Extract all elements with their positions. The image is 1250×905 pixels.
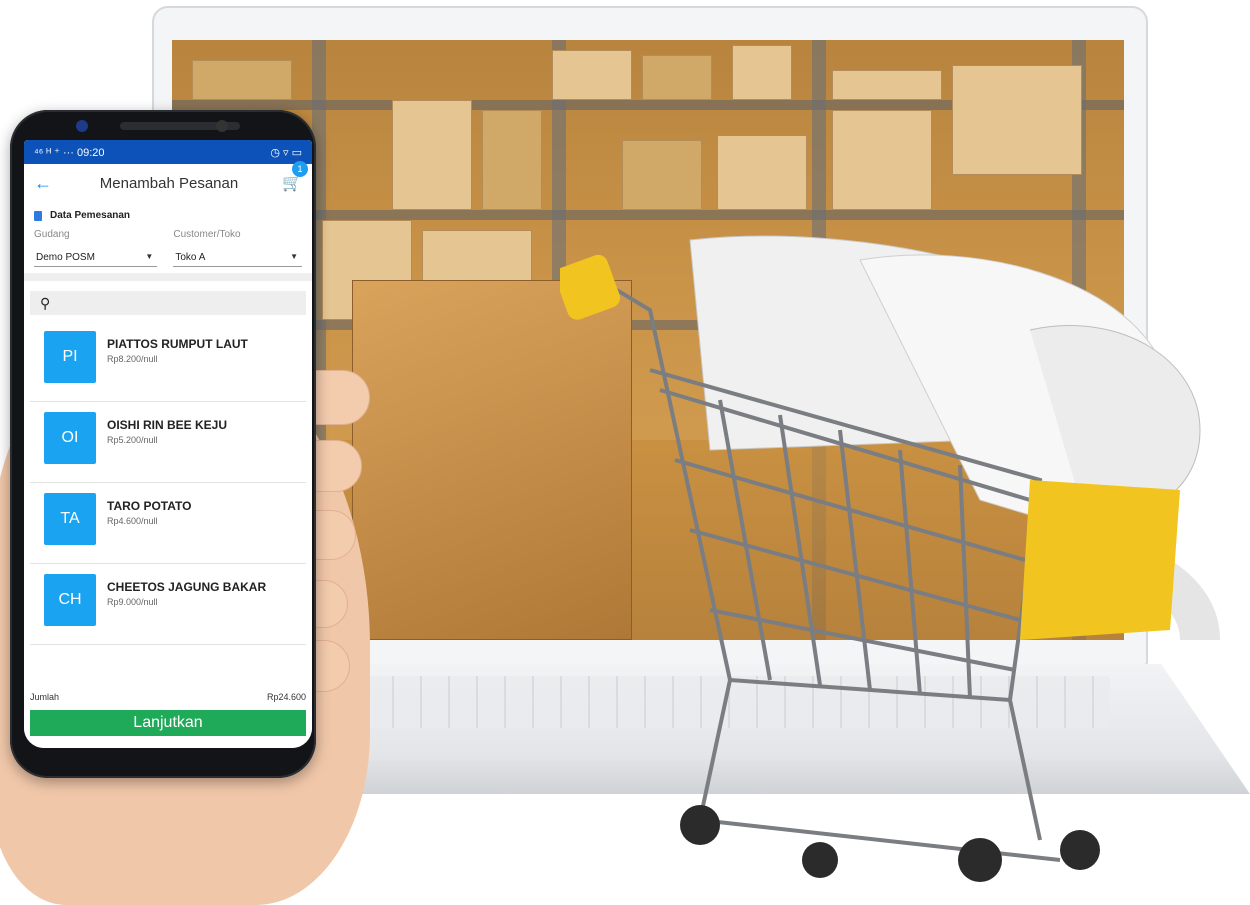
cart-button[interactable]: 🛒 1 <box>276 161 308 193</box>
product-price: Rp8.200/null <box>107 354 158 364</box>
customer-value: Toko A <box>175 252 206 263</box>
camera-icon <box>76 120 88 132</box>
caret-down-icon: ▼ <box>290 252 298 261</box>
total-label: Jumlah <box>30 692 60 702</box>
continue-button[interactable]: Lanjutkan <box>30 710 306 736</box>
product-name: CHEETOS JAGUNG BAKAR <box>107 580 267 594</box>
search-input[interactable]: ⚲ <box>30 291 306 315</box>
battery-icon: ◷ ▿ ▭ <box>270 146 302 159</box>
app-bar: ← Menambah Pesanan 🛒 1 <box>24 161 312 202</box>
avatar: CH <box>44 574 96 626</box>
avatar: PI <box>44 331 96 383</box>
product-name: OISHI RIN BEE KEJU <box>107 418 228 432</box>
list-item[interactable]: OI OISHI RIN BEE KEJU Rp5.200/null <box>30 402 306 483</box>
product-list: PI PIATTOS RUMPUT LAUT Rp8.200/null OI O… <box>24 321 312 645</box>
divider <box>24 273 312 281</box>
list-item[interactable]: TA TARO POTATO Rp4.600/null <box>30 483 306 564</box>
shopping-cart-icon <box>555 235 1220 882</box>
caret-down-icon: ▼ <box>145 252 154 261</box>
total-value: Rp24.600 <box>266 692 306 702</box>
app-screen: ⁴⁶ ᴴ ⁺ ··· 09:20 ◷ ▿ ▭ ← Menambah Pesana… <box>24 140 312 748</box>
list-item[interactable]: CH CHEETOS JAGUNG BAKAR Rp9.000/null <box>30 564 306 645</box>
avatar: TA <box>44 493 96 545</box>
warehouse-value: Demo POSM <box>36 252 95 263</box>
warehouse-label: Gudang <box>34 229 70 240</box>
warehouse-select[interactable]: Demo POSM ▼ <box>34 250 158 267</box>
page-title: Menambah Pesanan <box>99 174 239 192</box>
search-icon: ⚲ <box>40 294 51 311</box>
cart-count-badge: 1 <box>292 161 308 177</box>
status-bar: ⁴⁶ ᴴ ⁺ ··· 09:20 ◷ ▿ ▭ <box>24 140 312 164</box>
product-price: Rp4.600/null <box>107 516 158 526</box>
status-time: 09:20 <box>77 146 105 159</box>
section-heading: Data Pemesanan <box>50 210 131 221</box>
cart-icon: 🛒 <box>282 175 302 192</box>
product-name: TARO POTATO <box>107 499 192 513</box>
customer-label: Customer/Toko <box>173 229 241 240</box>
avatar: OI <box>44 412 96 464</box>
order-footer: Jumlah Rp24.600 Lanjutkan <box>24 684 312 748</box>
customer-select[interactable]: Toko A ▼ <box>173 250 302 267</box>
product-price: Rp5.200/null <box>107 435 158 445</box>
signal-icon: ⁴⁶ ᴴ ⁺ ··· <box>34 146 77 159</box>
product-price: Rp9.000/null <box>107 597 158 607</box>
shopping-cart-illustration <box>555 200 1250 900</box>
list-item[interactable]: PI PIATTOS RUMPUT LAUT Rp8.200/null <box>30 321 306 402</box>
sensor-icon <box>216 120 228 132</box>
product-name: PIATTOS RUMPUT LAUT <box>107 337 248 351</box>
document-icon <box>34 210 42 221</box>
order-data-section: Data Pemesanan Gudang Demo POSM ▼ Custom… <box>24 202 312 273</box>
arrow-left-icon[interactable]: ← <box>34 173 62 194</box>
